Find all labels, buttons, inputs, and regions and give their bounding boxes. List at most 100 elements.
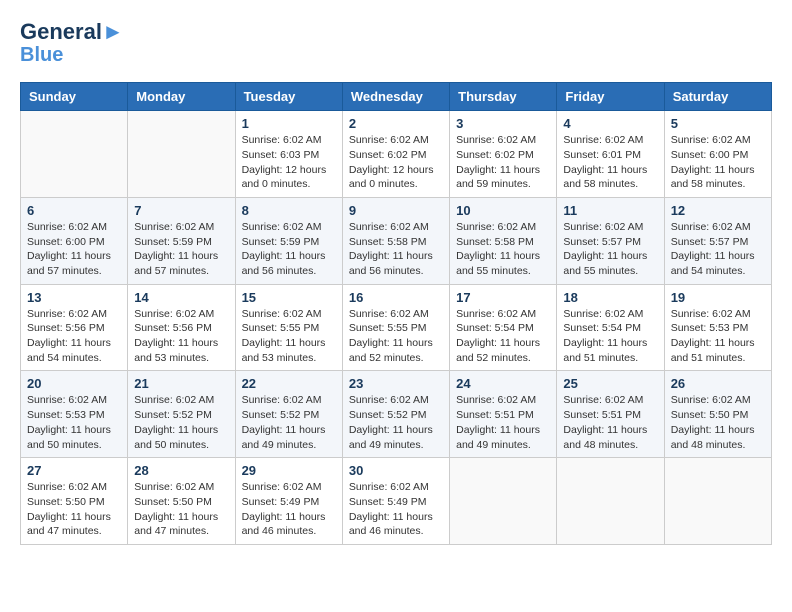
day-info: Sunrise: 6:02 AM Sunset: 5:54 PM Dayligh…: [456, 307, 550, 366]
day-info: Sunrise: 6:02 AM Sunset: 5:55 PM Dayligh…: [242, 307, 336, 366]
calendar-day-cell: 6 Sunrise: 6:02 AM Sunset: 6:00 PM Daylig…: [21, 197, 128, 284]
day-number: 29: [242, 463, 336, 478]
calendar-day-cell: 11 Sunrise: 6:02 AM Sunset: 5:57 PM Dayli…: [557, 197, 664, 284]
calendar-day-cell: 4 Sunrise: 6:02 AM Sunset: 6:01 PM Daylig…: [557, 111, 664, 198]
day-info: Sunrise: 6:02 AM Sunset: 5:58 PM Dayligh…: [349, 220, 443, 279]
day-info: Sunrise: 6:02 AM Sunset: 5:53 PM Dayligh…: [27, 393, 121, 452]
day-number: 6: [27, 203, 121, 218]
calendar-day-cell: 19 Sunrise: 6:02 AM Sunset: 5:53 PM Dayli…: [664, 284, 771, 371]
calendar-day-cell: 27Sunrise: 6:02 AM Sunset: 5:50 PM Dayli…: [21, 458, 128, 545]
day-number: 26: [671, 376, 765, 391]
weekday-header: Sunday: [21, 83, 128, 111]
calendar-day-cell: 29Sunrise: 6:02 AM Sunset: 5:49 PM Dayli…: [235, 458, 342, 545]
calendar-day-cell: 18Sunrise: 6:02 AM Sunset: 5:54 PM Dayli…: [557, 284, 664, 371]
calendar-day-cell: 25 Sunrise: 6:02 AM Sunset: 5:51 PM Dayli…: [557, 371, 664, 458]
calendar-week-row: 20 Sunrise: 6:02 AM Sunset: 5:53 PM Dayli…: [21, 371, 772, 458]
calendar-week-row: 6 Sunrise: 6:02 AM Sunset: 6:00 PM Daylig…: [21, 197, 772, 284]
day-info: Sunrise: 6:02 AM Sunset: 6:00 PM Dayligh…: [27, 220, 121, 279]
day-info: Sunrise: 6:02 AM Sunset: 5:57 PM Dayligh…: [671, 220, 765, 279]
day-info: Sunrise: 6:02 AM Sunset: 5:57 PM Dayligh…: [563, 220, 657, 279]
day-number: 4: [563, 116, 657, 131]
day-number: 21: [134, 376, 228, 391]
day-number: 28: [134, 463, 228, 478]
calendar-day-cell: 23 Sunrise: 6:02 AM Sunset: 5:52 PM Dayli…: [342, 371, 449, 458]
day-info: Sunrise: 6:02 AM Sunset: 5:52 PM Dayligh…: [349, 393, 443, 452]
day-info: Sunrise: 6:02 AM Sunset: 5:50 PM Dayligh…: [134, 480, 228, 539]
day-number: 19: [671, 290, 765, 305]
day-info: Sunrise: 6:02 AM Sunset: 5:51 PM Dayligh…: [456, 393, 550, 452]
calendar-table: SundayMondayTuesdayWednesdayThursdayFrid…: [20, 82, 772, 545]
weekday-header: Thursday: [450, 83, 557, 111]
day-info: Sunrise: 6:02 AM Sunset: 6:02 PM Dayligh…: [456, 133, 550, 192]
day-number: 24: [456, 376, 550, 391]
calendar-day-cell: 28 Sunrise: 6:02 AM Sunset: 5:50 PM Dayli…: [128, 458, 235, 545]
weekday-header: Saturday: [664, 83, 771, 111]
calendar-week-row: 27Sunrise: 6:02 AM Sunset: 5:50 PM Dayli…: [21, 458, 772, 545]
weekday-header: Friday: [557, 83, 664, 111]
day-info: Sunrise: 6:02 AM Sunset: 6:03 PM Dayligh…: [242, 133, 336, 192]
day-info: Sunrise: 6:02 AM Sunset: 5:56 PM Dayligh…: [27, 307, 121, 366]
day-info: Sunrise: 6:02 AM Sunset: 5:58 PM Dayligh…: [456, 220, 550, 279]
calendar-day-cell: 15 Sunrise: 6:02 AM Sunset: 5:55 PM Dayli…: [235, 284, 342, 371]
day-number: 15: [242, 290, 336, 305]
calendar-week-row: 1Sunrise: 6:02 AM Sunset: 6:03 PM Daylig…: [21, 111, 772, 198]
calendar-day-cell: 5Sunrise: 6:02 AM Sunset: 6:00 PM Daylig…: [664, 111, 771, 198]
day-info: Sunrise: 6:02 AM Sunset: 5:49 PM Dayligh…: [349, 480, 443, 539]
calendar-day-cell: [664, 458, 771, 545]
calendar-day-cell: 30 Sunrise: 6:02 AM Sunset: 5:49 PM Dayli…: [342, 458, 449, 545]
day-number: 25: [563, 376, 657, 391]
day-info: Sunrise: 6:02 AM Sunset: 5:50 PM Dayligh…: [27, 480, 121, 539]
day-number: 12: [671, 203, 765, 218]
day-number: 17: [456, 290, 550, 305]
day-info: Sunrise: 6:02 AM Sunset: 5:53 PM Dayligh…: [671, 307, 765, 366]
calendar-week-row: 13 Sunrise: 6:02 AM Sunset: 5:56 PM Dayli…: [21, 284, 772, 371]
day-number: 16: [349, 290, 443, 305]
day-number: 9: [349, 203, 443, 218]
day-number: 8: [242, 203, 336, 218]
calendar-day-cell: 26Sunrise: 6:02 AM Sunset: 5:50 PM Dayli…: [664, 371, 771, 458]
day-number: 10: [456, 203, 550, 218]
day-number: 13: [27, 290, 121, 305]
weekday-header: Wednesday: [342, 83, 449, 111]
calendar-day-cell: 16 Sunrise: 6:02 AM Sunset: 5:55 PM Dayli…: [342, 284, 449, 371]
calendar-day-cell: [557, 458, 664, 545]
day-number: 14: [134, 290, 228, 305]
calendar-header-row: SundayMondayTuesdayWednesdayThursdayFrid…: [21, 83, 772, 111]
day-number: 2: [349, 116, 443, 131]
day-info: Sunrise: 6:02 AM Sunset: 5:55 PM Dayligh…: [349, 307, 443, 366]
calendar-day-cell: 24 Sunrise: 6:02 AM Sunset: 5:51 PM Dayli…: [450, 371, 557, 458]
day-info: Sunrise: 6:02 AM Sunset: 6:01 PM Dayligh…: [563, 133, 657, 192]
calendar-day-cell: 8 Sunrise: 6:02 AM Sunset: 5:59 PM Daylig…: [235, 197, 342, 284]
day-number: 20: [27, 376, 121, 391]
logo: General► Blue: [20, 20, 124, 66]
day-info: Sunrise: 6:02 AM Sunset: 5:51 PM Dayligh…: [563, 393, 657, 452]
calendar-day-cell: 2 Sunrise: 6:02 AM Sunset: 6:02 PM Daylig…: [342, 111, 449, 198]
day-info: Sunrise: 6:02 AM Sunset: 6:02 PM Dayligh…: [349, 133, 443, 192]
calendar-day-cell: 22Sunrise: 6:02 AM Sunset: 5:52 PM Dayli…: [235, 371, 342, 458]
day-info: Sunrise: 6:02 AM Sunset: 5:52 PM Dayligh…: [134, 393, 228, 452]
calendar-day-cell: 13 Sunrise: 6:02 AM Sunset: 5:56 PM Dayli…: [21, 284, 128, 371]
page-header: General► Blue: [20, 20, 772, 66]
day-info: Sunrise: 6:02 AM Sunset: 5:59 PM Dayligh…: [134, 220, 228, 279]
calendar-day-cell: 17 Sunrise: 6:02 AM Sunset: 5:54 PM Dayli…: [450, 284, 557, 371]
day-number: 30: [349, 463, 443, 478]
calendar-day-cell: [450, 458, 557, 545]
day-number: 5: [671, 116, 765, 131]
day-number: 23: [349, 376, 443, 391]
day-number: 3: [456, 116, 550, 131]
day-info: Sunrise: 6:02 AM Sunset: 5:59 PM Dayligh…: [242, 220, 336, 279]
calendar-day-cell: 7Sunrise: 6:02 AM Sunset: 5:59 PM Daylig…: [128, 197, 235, 284]
weekday-header: Monday: [128, 83, 235, 111]
calendar-day-cell: 1Sunrise: 6:02 AM Sunset: 6:03 PM Daylig…: [235, 111, 342, 198]
calendar-day-cell: 10 Sunrise: 6:02 AM Sunset: 5:58 PM Dayli…: [450, 197, 557, 284]
day-info: Sunrise: 6:02 AM Sunset: 5:52 PM Dayligh…: [242, 393, 336, 452]
day-info: Sunrise: 6:02 AM Sunset: 5:56 PM Dayligh…: [134, 307, 228, 366]
day-number: 11: [563, 203, 657, 218]
calendar-day-cell: 14 Sunrise: 6:02 AM Sunset: 5:56 PM Dayli…: [128, 284, 235, 371]
calendar-day-cell: [21, 111, 128, 198]
calendar-day-cell: 12 Sunrise: 6:02 AM Sunset: 5:57 PM Dayli…: [664, 197, 771, 284]
calendar-day-cell: 20 Sunrise: 6:02 AM Sunset: 5:53 PM Dayli…: [21, 371, 128, 458]
calendar-day-cell: [128, 111, 235, 198]
day-info: Sunrise: 6:02 AM Sunset: 5:54 PM Dayligh…: [563, 307, 657, 366]
calendar-day-cell: 9 Sunrise: 6:02 AM Sunset: 5:58 PM Daylig…: [342, 197, 449, 284]
